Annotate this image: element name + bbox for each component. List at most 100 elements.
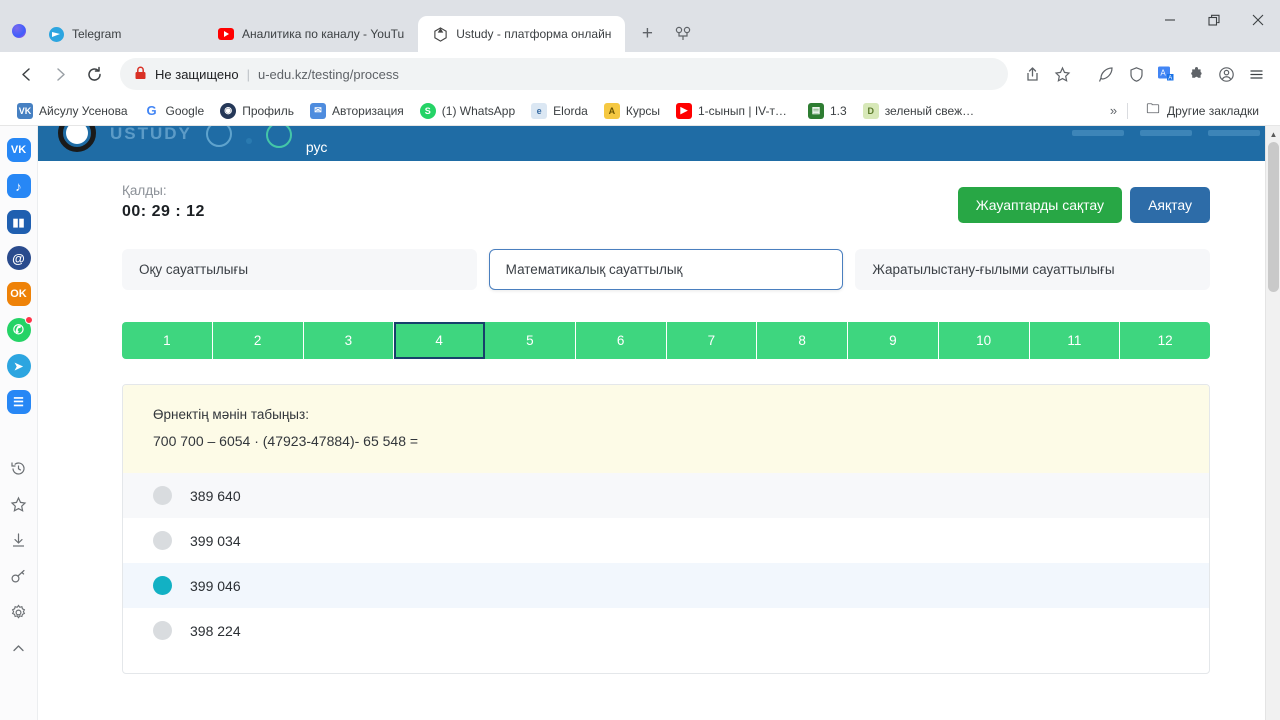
other-bookmarks-label: Другие закладки (1167, 103, 1259, 118)
vk-mail-icon[interactable]: @ (6, 246, 31, 270)
question-number-9[interactable]: 9 (848, 322, 939, 359)
bookmark-item[interactable]: ▤ 1.3 (801, 100, 854, 122)
question-number-10[interactable]: 10 (938, 322, 1030, 359)
back-button[interactable] (10, 58, 42, 90)
question-number-2[interactable]: 2 (212, 322, 304, 359)
minimize-button[interactable] (1148, 2, 1192, 38)
header-circle-green-icon (265, 126, 292, 148)
list-icon[interactable]: ☰ (6, 390, 31, 414)
bookmark-item[interactable]: A Курсы (597, 100, 667, 122)
scroll-up-arrow-icon[interactable]: ▲ (1266, 126, 1280, 142)
bookmark-item[interactable]: D зеленый свежи... (856, 100, 986, 122)
whatsapp-green-icon: S (419, 102, 436, 119)
bookmark-star-icon[interactable] (1048, 60, 1076, 88)
bookmarks-overflow-button[interactable]: » (1110, 103, 1117, 118)
url-text: u-edu.kz/testing/process (257, 66, 399, 82)
question-number-8[interactable]: 8 (757, 322, 848, 359)
note-icon: D (862, 102, 879, 119)
bookmark-item[interactable]: e Elorda (524, 100, 595, 122)
answer-option-3[interactable]: 399 046 (123, 563, 1209, 608)
answer-label: 399 034 (190, 532, 241, 549)
address-bar[interactable]: Не защищено | u-edu.kz/testing/process (120, 58, 1008, 90)
bookmark-item[interactable]: ◉ Профиль (213, 100, 301, 122)
page-scrollbar[interactable]: ▲ (1265, 126, 1280, 720)
menu-icon[interactable] (1242, 60, 1270, 88)
save-answers-button[interactable]: Жауаптарды сақтау (957, 187, 1123, 223)
share-icon[interactable] (1018, 60, 1046, 88)
vk-orb-icon[interactable] (12, 24, 26, 38)
ustudy-logo-icon[interactable] (58, 126, 96, 152)
question-number-7[interactable]: 7 (666, 322, 758, 359)
answer-option-4[interactable]: 398 224 (123, 608, 1209, 653)
bookmark-item[interactable]: VK Айсулу Усенова (10, 100, 135, 122)
radio-button[interactable] (153, 531, 172, 550)
rocket-icon[interactable] (1092, 60, 1120, 88)
key-icon[interactable] (7, 564, 31, 588)
header-link-placeholder[interactable] (1140, 129, 1192, 136)
browser-tab-telegram[interactable]: Telegram (34, 16, 204, 52)
question-number-12[interactable]: 12 (1120, 322, 1210, 359)
question-number-5[interactable]: 5 (485, 322, 576, 359)
shield-icon[interactable] (1122, 60, 1150, 88)
header-link-placeholder[interactable] (1208, 129, 1260, 136)
downloads-icon[interactable] (7, 528, 31, 552)
browser-tab-youtube[interactable]: Аналитика по каналу - YouTu (204, 16, 418, 52)
bookmark-item[interactable]: ✉ Авторизация (303, 100, 411, 122)
subject-tab-science[interactable]: Жаратылыстану-ғылыми сауаттылығы (855, 249, 1211, 290)
odnoklassniki-icon[interactable]: OK (6, 282, 31, 306)
answer-option-2[interactable]: 399 034 (123, 518, 1209, 563)
translate-icon[interactable]: АA (1152, 60, 1180, 88)
bookmark-item[interactable]: S (1) WhatsApp (413, 100, 522, 122)
language-selector[interactable]: рус (306, 139, 327, 155)
maximize-button[interactable] (1192, 2, 1236, 38)
google-icon: G (143, 102, 160, 119)
vk-music-icon[interactable]: ♪ (6, 174, 31, 198)
radio-button[interactable] (153, 621, 172, 640)
youtube-icon (218, 26, 234, 42)
subject-tabs: Оқу сауаттылығы Математикалық сауаттылық… (122, 249, 1211, 290)
whatsapp-icon[interactable]: ✆ (6, 316, 33, 342)
extensions-puzzle-icon[interactable] (1182, 60, 1210, 88)
reload-button[interactable] (78, 58, 110, 90)
header-link-placeholder[interactable] (1072, 129, 1124, 136)
bookmark-item[interactable]: ▶ 1-сынып | IV-тоқ... (669, 100, 799, 122)
new-tab-button[interactable]: + (633, 20, 661, 48)
bookmark-label: зеленый свежи... (884, 103, 979, 118)
doc-icon: ▤ (808, 102, 824, 119)
forward-button[interactable] (44, 58, 76, 90)
tab-search-icon[interactable] (669, 20, 697, 48)
favorites-star-icon[interactable] (7, 492, 31, 516)
ustudy-icon (432, 26, 448, 42)
bookmark-item[interactable]: G Google (137, 100, 212, 122)
telegram-icon[interactable]: ➤ (6, 354, 31, 378)
vk-stats-icon[interactable]: ▮▮ (6, 210, 31, 234)
question-number-3[interactable]: 3 (303, 322, 395, 359)
bookmark-label: Авторизация (332, 103, 404, 118)
answer-option-1[interactable]: 389 640 (123, 473, 1209, 518)
tab-title: Аналитика по каналу - YouTu (242, 27, 405, 41)
collapse-chevron-icon[interactable] (7, 636, 31, 660)
test-top-row: Қалды: 00: 29 : 12 Жауаптарды сақтау Аяқ… (122, 183, 1210, 223)
subject-tab-reading[interactable]: Оқу сауаттылығы (122, 249, 477, 290)
scrollbar-thumb[interactable] (1268, 142, 1279, 292)
question-number-4[interactable]: 4 (394, 322, 485, 359)
question-number-11[interactable]: 11 (1029, 322, 1121, 359)
web-page-content: USTUDY рус Қалды: 00: 29 : 12 Жауаптарды… (38, 126, 1280, 720)
radio-button-selected[interactable] (153, 576, 172, 595)
finish-test-button[interactable]: Аяқтау (1130, 187, 1210, 223)
browser-tab-ustudy[interactable]: Ustudy - платформа онлайн (418, 16, 626, 52)
vk-icon: VK (17, 102, 33, 119)
history-icon[interactable] (7, 456, 31, 480)
header-dot-icon (245, 137, 252, 144)
radio-button[interactable] (153, 486, 172, 505)
lock-icon (134, 66, 147, 83)
subject-tab-math[interactable]: Математикалық сауаттылық (488, 249, 844, 290)
vk-icon[interactable]: VK (6, 138, 31, 162)
question-number-1[interactable]: 1 (122, 322, 213, 359)
other-bookmarks-button[interactable]: 🗀 Другие закладки (1138, 100, 1266, 122)
question-text-block: Өрнектің мәнін табыңыз: 700 700 – 6054 ·… (123, 385, 1209, 473)
settings-gear-icon[interactable] (7, 600, 31, 624)
profile-icon[interactable] (1212, 60, 1240, 88)
close-button[interactable] (1236, 2, 1280, 38)
question-number-6[interactable]: 6 (575, 322, 667, 359)
